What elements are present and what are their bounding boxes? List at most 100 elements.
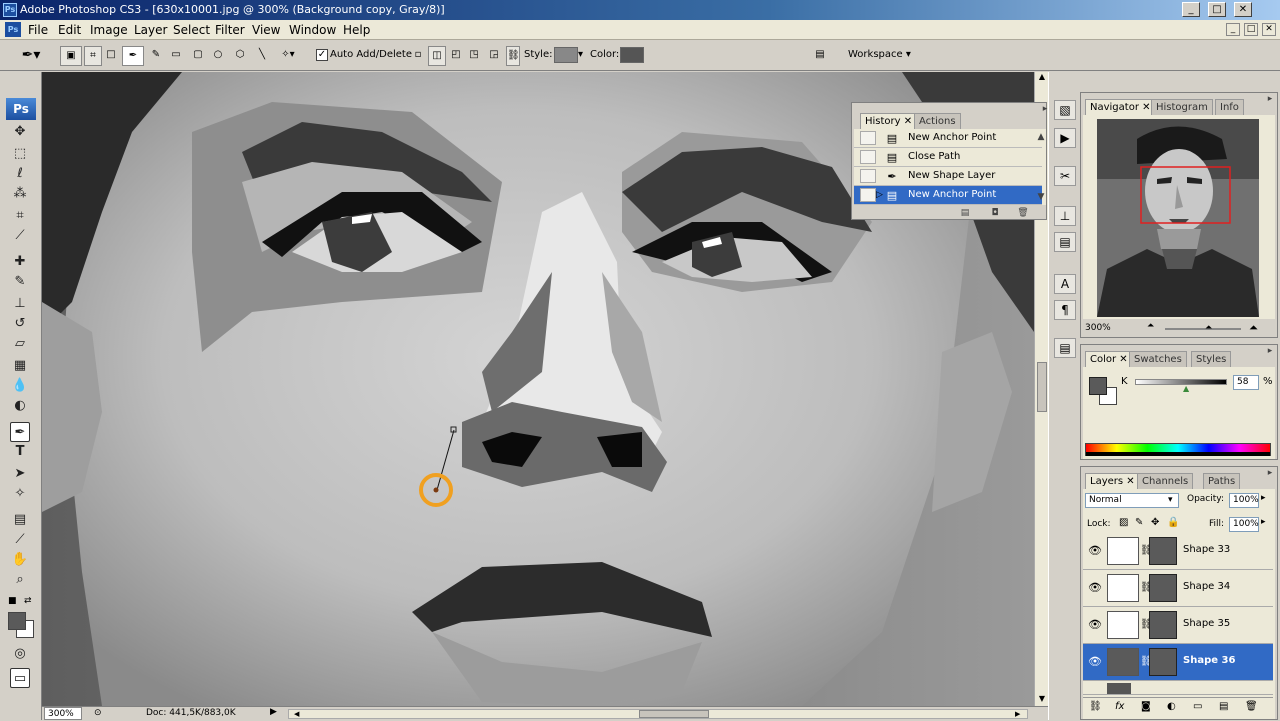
maximize-button[interactable]: □	[1208, 2, 1226, 17]
clone-source-icon[interactable]: ⊥	[1054, 206, 1076, 226]
polygon-icon[interactable]: ⬡	[232, 46, 248, 66]
layer-name[interactable]: Shape 35	[1183, 618, 1230, 629]
layer-fill-thumbnail[interactable]	[1107, 648, 1139, 676]
menu-layer[interactable]: Layer	[134, 23, 167, 37]
move-icon[interactable]: ✥	[10, 122, 30, 142]
custom-shape-dropdown-icon[interactable]: ✧▾	[274, 46, 302, 66]
path-add-icon[interactable]: ▫	[410, 46, 426, 66]
file-browser-icon[interactable]: ▤	[808, 46, 832, 66]
history-snapshot-box[interactable]	[860, 150, 876, 164]
tab-actions[interactable]: Actions	[914, 113, 961, 129]
doc-minimize-button[interactable]: _	[1226, 23, 1240, 36]
history-snapshot-box[interactable]	[860, 169, 876, 183]
new-layer-icon[interactable]: ▤	[1219, 701, 1228, 712]
color-foreground-swatch[interactable]	[1089, 377, 1107, 395]
visibility-eye-icon[interactable]: 👁	[1087, 581, 1103, 595]
navigator-thumbnail[interactable]	[1097, 119, 1259, 317]
new-snapshot-icon[interactable]: ◘	[988, 207, 1002, 219]
pen-mode-button[interactable]: ✒	[122, 46, 144, 66]
eraser-icon[interactable]: ▱	[10, 334, 30, 354]
brush-icon[interactable]: ✎	[10, 272, 30, 292]
link-style-icon[interactable]: ⛓	[506, 46, 520, 66]
visibility-eye-icon[interactable]: 👁	[1087, 618, 1103, 632]
color-panel-menu-icon[interactable]: ▸	[1263, 345, 1277, 357]
layer-name[interactable]: Shape 33	[1183, 544, 1230, 555]
brushes-panel-icon[interactable]: ▧	[1054, 100, 1076, 120]
fill-pixels-button[interactable]: □	[104, 46, 118, 66]
fill-dropdown-icon[interactable]: ▸	[1261, 517, 1266, 527]
layer-row-selected[interactable]: 👁 ⛓ Shape 36	[1083, 644, 1273, 681]
paths-button[interactable]: ⌗	[84, 46, 102, 66]
horizontal-scrollbar[interactable]: ◀ ▶	[288, 709, 1028, 719]
path-subtract-icon[interactable]: ◫	[428, 46, 446, 66]
vector-mask-thumbnail[interactable]	[1149, 574, 1177, 602]
layer-style-icon[interactable]: fx	[1115, 701, 1124, 712]
freeform-pen-button[interactable]: ✎	[146, 46, 166, 66]
lock-position-icon[interactable]: ✥	[1151, 517, 1159, 528]
tab-info[interactable]: Info	[1215, 99, 1244, 115]
blend-mode-select[interactable]: Normal ▾	[1085, 493, 1179, 508]
crop-icon[interactable]: ⌗	[10, 206, 30, 226]
opacity-field[interactable]: 100%	[1229, 493, 1259, 508]
shape-layers-button[interactable]: ▣	[60, 46, 82, 66]
paragraph-panel-icon[interactable]: ¶	[1054, 300, 1076, 320]
foreground-color-swatch[interactable]	[8, 612, 26, 630]
hand-icon[interactable]: ✋	[10, 550, 30, 570]
tab-layers[interactable]: Layers ✕	[1085, 473, 1140, 489]
vector-mask-thumbnail[interactable]	[1149, 611, 1177, 639]
k-slider-thumb[interactable]: ▲	[1183, 384, 1189, 393]
document-icon[interactable]: Ps	[5, 22, 21, 37]
path-combine-icon[interactable]: ◲	[486, 46, 502, 66]
menu-select[interactable]: Select	[173, 23, 210, 37]
tab-history[interactable]: History ✕	[860, 113, 918, 129]
new-group-icon[interactable]: ▭	[1193, 701, 1202, 712]
menu-filter[interactable]: Filter	[215, 23, 245, 37]
zoom-out-icon[interactable]: ⏶	[1147, 321, 1154, 331]
fill-field[interactable]: 100%	[1229, 517, 1259, 532]
link-layers-icon[interactable]: ⛓	[1089, 701, 1102, 712]
rectangle-shape-icon[interactable]: ▭	[168, 46, 184, 66]
scroll-right-icon[interactable]: ▶	[1015, 710, 1020, 718]
status-menu-icon[interactable]: ▶	[270, 707, 277, 717]
layer-fill-thumbnail[interactable]	[1107, 611, 1139, 639]
swap-colors-icon[interactable]: ⇄	[24, 596, 32, 606]
tab-styles[interactable]: Styles	[1191, 351, 1232, 367]
style-dropdown-icon[interactable]: ▾	[578, 49, 583, 60]
scroll-up-icon[interactable]: ▲	[1037, 72, 1047, 82]
menu-image[interactable]: Image	[90, 23, 128, 37]
vector-mask-thumbnail[interactable]	[1149, 648, 1177, 676]
navigator-panel-menu-icon[interactable]: ▸	[1263, 93, 1277, 105]
layer-fill-thumbnail[interactable]	[1107, 574, 1139, 602]
dodge-icon[interactable]: ◐	[10, 396, 30, 416]
menu-view[interactable]: View	[252, 23, 280, 37]
layer-name[interactable]: Shape 34	[1183, 581, 1230, 592]
history-item[interactable]: ▤ Close Path	[854, 148, 1042, 167]
tab-navigator[interactable]: Navigator ✕	[1085, 99, 1156, 115]
history-snapshot-box[interactable]	[860, 131, 876, 145]
tab-channels[interactable]: Channels	[1137, 473, 1194, 489]
ellipse-icon[interactable]: ○	[210, 46, 226, 66]
tool-presets-icon[interactable]: ✂	[1054, 166, 1076, 186]
scroll-down-icon[interactable]: ▼	[1037, 694, 1047, 704]
history-brush-icon[interactable]: ↺	[10, 314, 30, 334]
delete-layer-icon[interactable]: 🗑	[1245, 701, 1258, 712]
workspace-button[interactable]: Workspace ▾	[848, 49, 911, 60]
k-value-field[interactable]: 58	[1233, 375, 1259, 390]
layer-row[interactable]: 👁 ⛓ Shape 33	[1083, 533, 1273, 570]
tab-color[interactable]: Color ✕	[1085, 351, 1133, 367]
rounded-rectangle-icon[interactable]: ▢	[190, 46, 206, 66]
layers-panel-menu-icon[interactable]: ▸	[1263, 467, 1277, 479]
lasso-icon[interactable]: ℓ	[10, 164, 30, 184]
default-colors-icon[interactable]: ■	[8, 596, 17, 606]
history-item[interactable]: ✒ New Shape Layer	[854, 167, 1042, 186]
history-item-selected[interactable]: ▷ ▤ New Anchor Point	[854, 186, 1042, 205]
zoom-slider-track[interactable]	[1165, 328, 1241, 330]
k-slider-track[interactable]	[1135, 379, 1227, 385]
history-item[interactable]: ▤ New Anchor Point	[854, 129, 1042, 148]
healing-icon[interactable]: ✚	[10, 252, 30, 272]
notes-icon[interactable]: ▤	[10, 510, 30, 530]
zoom-icon[interactable]: ⌕	[10, 570, 30, 590]
history-snapshot-box[interactable]	[860, 188, 876, 202]
lock-image-icon[interactable]: ✎	[1135, 517, 1143, 528]
history-panel-menu-icon[interactable]: ▸	[1038, 103, 1052, 115]
